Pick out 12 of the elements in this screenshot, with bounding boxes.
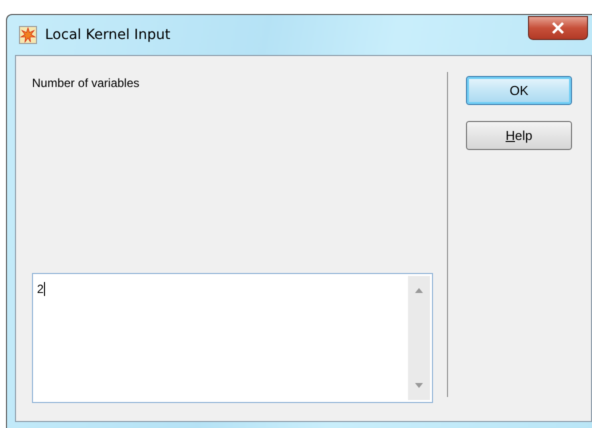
input-field[interactable]: 2 <box>32 273 433 403</box>
scroll-up-icon[interactable] <box>415 288 423 293</box>
window-title: Local Kernel Input <box>45 27 170 43</box>
prompt-label: Number of variables <box>32 75 140 90</box>
close-icon <box>551 22 565 34</box>
scroll-down-icon[interactable] <box>415 383 423 388</box>
input-value: 2 <box>33 282 45 296</box>
dialog-button[interactable]: OK <box>466 76 572 105</box>
close-button[interactable] <box>528 16 588 40</box>
dialog-button[interactable]: Help <box>466 121 572 150</box>
scrollbar[interactable] <box>408 276 430 400</box>
app-icon <box>19 26 37 44</box>
